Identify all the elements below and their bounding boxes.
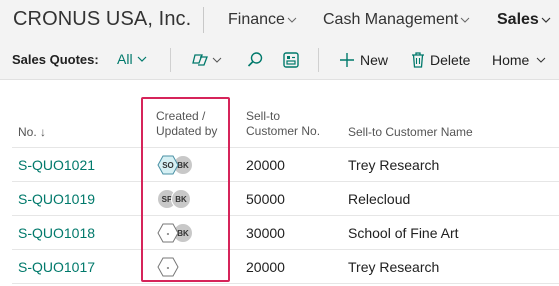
nav-item-finance[interactable]: Finance (228, 11, 297, 29)
new-button-label: New (360, 52, 389, 68)
customer-number: 50000 (246, 191, 285, 207)
action-bar: Sales Quotes: All New Delete Home (0, 40, 559, 80)
view-filter-dropdown[interactable]: All (117, 51, 147, 67)
chevron-down-icon (137, 56, 146, 62)
delete-button[interactable]: Delete (411, 50, 470, 70)
analysis-mode-button[interactable] (192, 50, 222, 70)
quote-number-link[interactable]: S-QUO1018 (18, 225, 95, 241)
customer-name: School of Fine Art (348, 225, 459, 241)
page-title: Sales Quotes: (12, 52, 99, 67)
column-header-label: Sell-to Customer Name (348, 125, 473, 139)
chevron-down-icon (537, 57, 546, 63)
home-menu-button[interactable]: Home (492, 50, 547, 70)
customer-name: Trey Research (348, 157, 440, 173)
action-bar-divider (170, 48, 171, 72)
column-header-sell-to-customer-no[interactable]: Sell-to Customer No. (246, 109, 320, 139)
chevron-down-icon (212, 57, 222, 63)
nav-item-sales[interactable]: Sales (497, 11, 551, 29)
layout-icon (283, 52, 299, 68)
quote-number-link[interactable]: S-QUO1019 (18, 191, 95, 207)
plus-icon (340, 53, 354, 67)
nav-item-label: Cash Management (323, 11, 459, 28)
search-button[interactable] (246, 50, 264, 70)
chevron-down-icon (287, 17, 297, 23)
chevron-down-icon (541, 17, 551, 23)
view-filter-label: All (117, 51, 133, 67)
top-navigation-bar: CRONUS USA, Inc. Finance Cash Management… (0, 0, 559, 40)
column-header-no[interactable]: No. ↓ (18, 125, 46, 140)
chevron-down-icon (460, 17, 470, 23)
nav-item-cash-management[interactable]: Cash Management (323, 11, 470, 29)
column-header-label: Sell-to (246, 109, 281, 123)
customer-number: 30000 (246, 225, 285, 241)
action-bar-divider (318, 48, 319, 72)
delete-button-label: Delete (430, 52, 471, 68)
row-divider (12, 215, 559, 216)
header-divider (12, 147, 559, 148)
home-menu-label: Home (492, 52, 530, 68)
company-name[interactable]: CRONUS USA, Inc. (13, 8, 191, 31)
quote-number-link[interactable]: S-QUO1021 (18, 157, 95, 173)
trash-icon (412, 52, 424, 68)
customer-number: 20000 (246, 157, 285, 173)
nav-item-label: Finance (228, 11, 285, 28)
layout-button[interactable] (282, 50, 300, 70)
row-divider (12, 249, 559, 250)
column-header-label: No. ↓ (18, 125, 47, 139)
row-divider (12, 283, 559, 284)
customer-name: Trey Research (348, 259, 440, 275)
column-highlight-box (141, 97, 230, 282)
column-header-label: Customer No. (246, 124, 321, 138)
search-icon (247, 52, 263, 67)
quote-number-link[interactable]: S-QUO1017 (18, 259, 95, 275)
new-button[interactable]: New (339, 50, 388, 70)
row-divider (12, 181, 559, 182)
nav-divider (203, 7, 204, 33)
column-header-sell-to-customer-name[interactable]: Sell-to Customer Name (348, 125, 473, 140)
customer-name: Relecloud (348, 191, 411, 207)
customer-number: 20000 (246, 259, 285, 275)
nav-item-label: Sales (497, 11, 539, 28)
filter-pane-icon (192, 54, 208, 66)
